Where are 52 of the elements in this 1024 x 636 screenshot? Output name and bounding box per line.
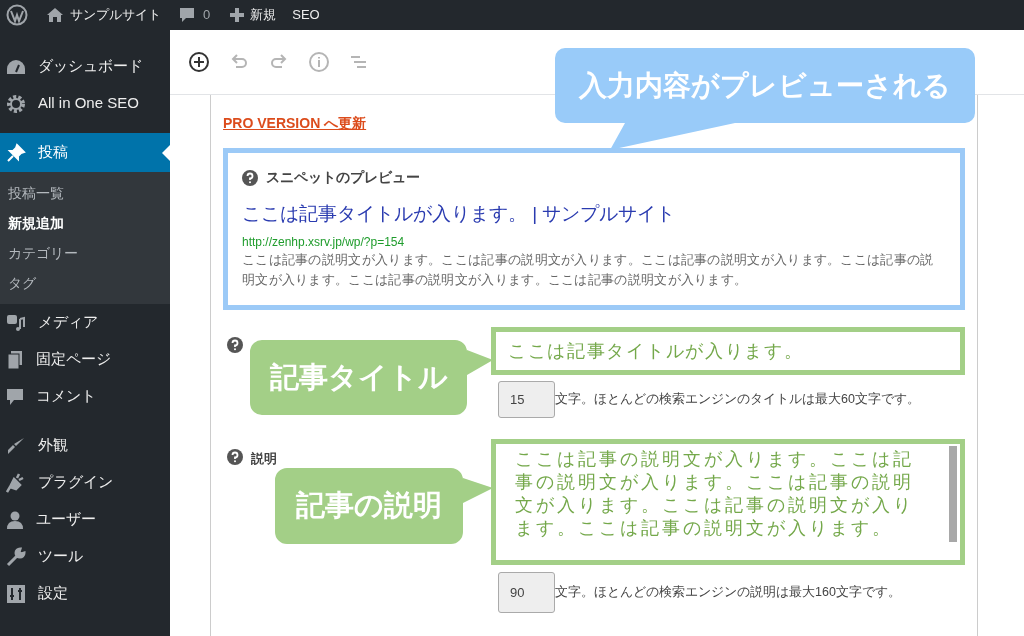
upgrade-link[interactable]: PRO VERSION へ更新 (223, 112, 367, 134)
snippet-preview-label: スニペットのプレビュー (266, 168, 420, 187)
comment-count: 0 (203, 6, 211, 25)
submenu-item[interactable]: 投稿一覧 (0, 178, 170, 208)
plug-icon (6, 472, 26, 493)
snippet-title-link[interactable]: ここは記事タイトルが入ります。 | サンプルサイト (242, 202, 946, 226)
help-icon[interactable] (242, 169, 258, 186)
home-icon[interactable] (46, 7, 64, 23)
snippet-url: http://zenhp.xsrv.jp/wp/?p=154 (242, 234, 406, 250)
sidebar-menu-item[interactable]: 投稿 (0, 133, 170, 172)
sidebar-menu-item[interactable]: ユーザー (0, 501, 170, 538)
gear-icon (6, 93, 26, 114)
add-block-icon[interactable] (188, 51, 210, 73)
sidebar-menu-item[interactable]: ツール (0, 538, 170, 575)
scrollbar-thumb[interactable] (949, 446, 957, 542)
description-length-note: 文字。ほとんどの検索エンジンの説明は最大160文字です。 (555, 584, 901, 602)
site-name-link[interactable]: サンプルサイト (70, 5, 161, 25)
title-length-note: 文字。ほとんどの検索エンジンのタイトルは最大60文字です。 (555, 391, 920, 409)
sidebar-menu-item[interactable]: 外観 (0, 427, 170, 464)
sidebar-menu-item[interactable]: 設定 (0, 575, 170, 612)
user-icon (6, 509, 24, 530)
character-count-field: 15 (498, 381, 555, 418)
submenu-item[interactable]: タグ (0, 268, 170, 298)
callout-bubble: 入力内容がプレビューされる (555, 48, 975, 150)
plus-icon[interactable] (230, 8, 245, 22)
sidebar-menu-item[interactable]: メディア (0, 304, 170, 341)
callout-bubble: 記事の説明 (275, 468, 493, 544)
snippet-description: ここは記事の説明文が入ります。ここは記事の説明文が入ります。ここは記事の説明文が入ります。ここは記事の説明文が入ります。ここは記事の説明文が入ります。ここは記事の説明文が入ります。 (242, 252, 935, 289)
seo-link[interactable]: SEO (292, 5, 320, 25)
help-icon[interactable] (227, 449, 243, 465)
submenu-item[interactable]: カテゴリー (0, 238, 170, 268)
pages-icon (6, 349, 24, 370)
media-icon (6, 312, 26, 333)
current-menu-pointer (162, 145, 170, 161)
sliders-icon (6, 583, 26, 604)
comment-icon (6, 387, 24, 406)
sidebar-menu-item[interactable]: プラグイン (0, 464, 170, 501)
submenu-item[interactable]: 新規追加 (0, 208, 170, 238)
description-label: 説明 (251, 450, 277, 468)
sidebar-menu-item[interactable]: コメント (0, 378, 170, 415)
sidebar-menu-item[interactable]: 固定ページ (0, 341, 170, 378)
help-icon[interactable] (227, 337, 243, 353)
pushpin-icon (6, 142, 26, 163)
wordpress-logo-icon[interactable] (6, 4, 28, 26)
character-count-field: 90 (498, 572, 555, 613)
wrench-icon (6, 546, 26, 567)
comment-icon[interactable] (179, 7, 195, 23)
sidebar-menu-item[interactable]: ダッシュボード (0, 48, 170, 85)
dashboard-gauge-icon (6, 57, 26, 76)
new-link[interactable]: 新規 (250, 5, 277, 25)
paintbrush-icon (6, 435, 26, 456)
sidebar-menu-item[interactable]: All in One SEO (0, 85, 170, 122)
